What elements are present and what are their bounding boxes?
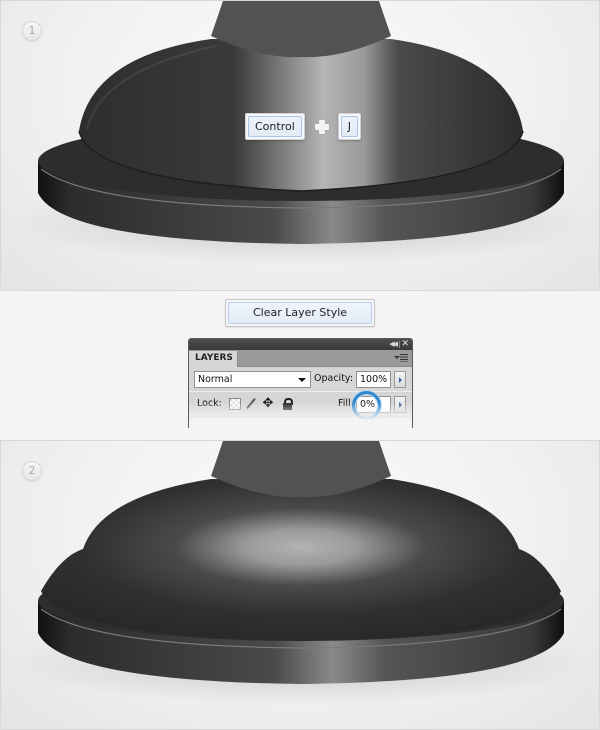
layers-panel: ◀◀ ✕ LAYERS Normal Opacity: 100% Lock: ✥… xyxy=(188,338,413,428)
chevron-down-icon xyxy=(298,378,306,382)
step-number-badge: 1 xyxy=(22,21,42,41)
collapse-icon[interactable]: ◀◀ xyxy=(389,340,398,349)
panel-menu-icon[interactable] xyxy=(394,353,408,363)
plus-icon xyxy=(314,119,329,134)
panel-titlebar: ◀◀ ✕ xyxy=(189,339,412,350)
clear-layer-style-button[interactable]: Clear Layer Style xyxy=(225,299,375,327)
step-1-panel: 1 Control J xyxy=(0,0,600,291)
titlebar-divider xyxy=(399,341,400,348)
opacity-input[interactable]: 100% xyxy=(356,371,391,388)
lamp-base-illustration-step-2 xyxy=(11,441,591,705)
close-icon[interactable]: ✕ xyxy=(401,339,409,349)
blend-mode-value: Normal xyxy=(198,374,233,385)
blend-mode-select[interactable]: Normal xyxy=(194,371,311,388)
key-label: Control xyxy=(248,116,302,137)
opacity-label: Opacity: xyxy=(314,373,354,384)
key-label: J xyxy=(340,116,359,137)
clear-layer-style-label: Clear Layer Style xyxy=(228,302,372,324)
lamp-base-illustration-step-1 xyxy=(11,1,591,265)
blend-opacity-row: Normal Opacity: 100% xyxy=(189,367,412,391)
key-control: Control xyxy=(245,113,305,140)
step-number-badge: 2 xyxy=(22,461,42,481)
key-j: J xyxy=(337,113,362,140)
opacity-slider-button[interactable] xyxy=(394,371,406,388)
panel-tab-row: LAYERS xyxy=(189,350,412,367)
panel-fade xyxy=(189,402,412,428)
step-2-panel: 2 xyxy=(0,440,600,730)
keyboard-shortcut: Control J xyxy=(245,113,362,140)
tab-layers[interactable]: LAYERS xyxy=(189,351,238,367)
